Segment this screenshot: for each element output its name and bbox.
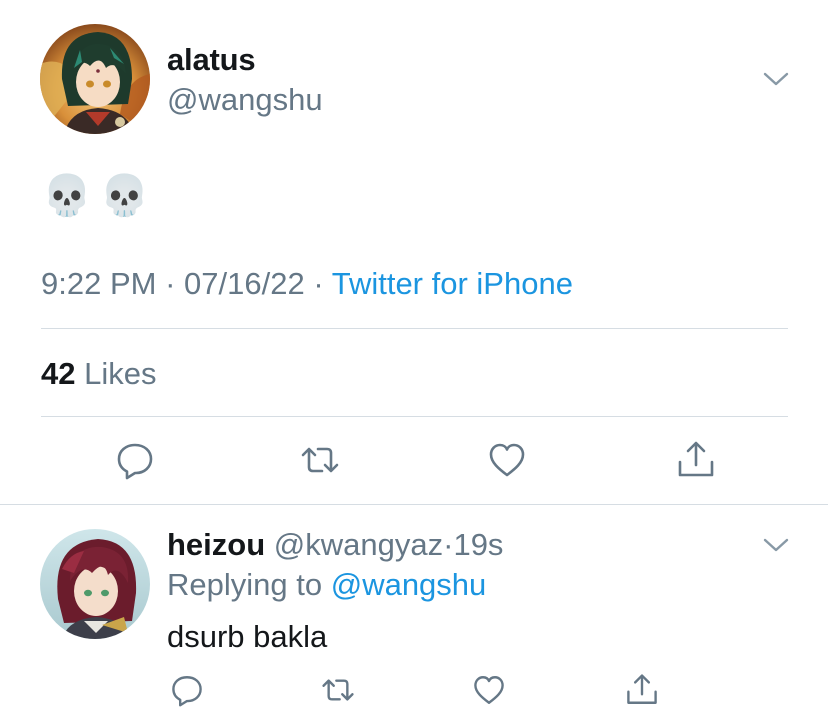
tweet-options-chevron-down-icon[interactable] <box>762 70 790 88</box>
thread-divider <box>0 504 828 505</box>
reply-age: 19s <box>453 527 504 562</box>
reply-share-button[interactable] <box>625 673 659 707</box>
reply-author-avatar[interactable] <box>40 529 150 639</box>
share-arrow-icon <box>678 441 714 477</box>
meta-separator: · <box>165 266 176 301</box>
tweet-detail-view: alatus @wangshu 💀💀 9:22 PM · 07/16/22 · … <box>0 0 828 727</box>
author-avatar[interactable] <box>40 24 150 134</box>
share-button[interactable] <box>676 440 716 480</box>
reply-author-handle[interactable]: @kwangyaz <box>274 527 443 562</box>
retweet-arrows-icon <box>322 679 354 701</box>
tweet-time: 9:22 PM <box>41 266 157 301</box>
divider <box>41 416 788 417</box>
tweet-source-link[interactable]: Twitter for iPhone <box>332 266 573 301</box>
likes-count: 42 <box>41 356 76 391</box>
retweet-arrows-icon <box>301 447 339 473</box>
replying-prefix: Replying to <box>167 567 323 602</box>
reply-like-button[interactable] <box>472 673 506 707</box>
share-arrow-icon <box>627 674 657 704</box>
heart-icon <box>489 443 525 477</box>
main-tweet: alatus @wangshu 💀💀 9:22 PM · 07/16/22 · … <box>0 0 828 505</box>
reply-retweet-button[interactable] <box>321 673 355 707</box>
reply-button[interactable] <box>115 440 155 480</box>
author-name[interactable]: alatus <box>167 42 256 78</box>
replying-to: Replying to @wangshu <box>167 567 486 603</box>
divider <box>41 328 788 329</box>
tweet-text: 💀💀 <box>42 174 158 218</box>
speech-bubble-icon <box>117 443 153 480</box>
tweet-date: 07/16/22 <box>184 266 305 301</box>
reply-reply-button[interactable] <box>170 673 204 707</box>
reply-options-chevron-down-icon[interactable] <box>762 536 790 554</box>
reply-header: heizou @kwangyaz·19s <box>167 527 503 563</box>
meta-separator: · <box>313 266 324 301</box>
heart-icon <box>474 676 504 704</box>
retweet-button[interactable] <box>300 440 340 480</box>
likes-label: Likes <box>84 356 157 391</box>
reply-text: dsurb bakla <box>167 619 328 654</box>
author-handle[interactable]: @wangshu <box>167 82 323 118</box>
likes-stat[interactable]: 42 Likes <box>41 356 156 392</box>
reply-separator: · <box>443 527 454 562</box>
speech-bubble-icon <box>172 676 202 707</box>
like-button[interactable] <box>487 440 527 480</box>
reply-author-name[interactable]: heizou <box>167 527 265 562</box>
replying-to-handle-link[interactable]: @wangshu <box>331 567 487 602</box>
tweet-meta: 9:22 PM · 07/16/22 · Twitter for iPhone <box>41 266 573 302</box>
